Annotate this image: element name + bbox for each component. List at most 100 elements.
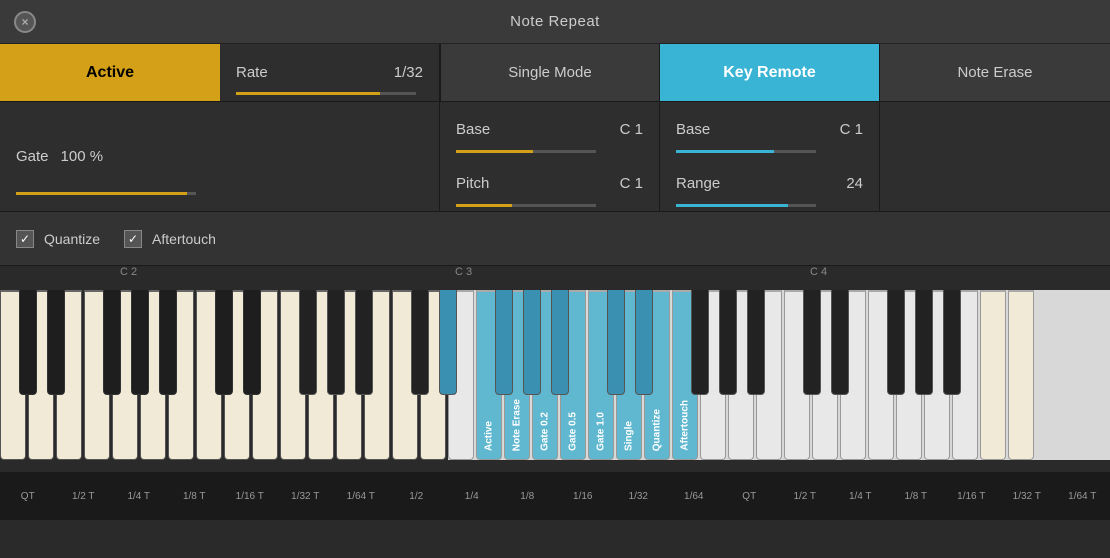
quantize-check-box[interactable]: ✓ bbox=[16, 230, 34, 248]
black-key-7[interactable] bbox=[299, 290, 317, 395]
black-key-10[interactable] bbox=[411, 290, 429, 395]
c3-label: C 3 bbox=[455, 266, 472, 278]
single-mode-params: Base C 1 Pitch C 1 bbox=[440, 102, 660, 211]
note-erase-button[interactable]: Note Erase bbox=[880, 44, 1110, 101]
key-remote-button[interactable]: Key Remote bbox=[660, 44, 880, 101]
black-key-5[interactable] bbox=[215, 290, 233, 395]
kr-range-bar bbox=[676, 204, 816, 207]
gate-section[interactable]: Gate 100 % bbox=[0, 102, 440, 211]
piano-section: C 2 C 3 C 4 QT1/2 T1/4 T1/8 T1/16 T1/32 … bbox=[0, 266, 1110, 558]
app-container: × Note Repeat Active Rate 1/32 Single Mo… bbox=[0, 0, 1110, 558]
quantize-label: Quantize bbox=[44, 231, 100, 247]
black-key-22[interactable] bbox=[887, 290, 905, 395]
rate-bar bbox=[236, 92, 416, 95]
white-key-35[interactable] bbox=[980, 290, 1006, 460]
bottom-label-15: 1/4 T bbox=[833, 491, 889, 502]
controls-row: Active Rate 1/32 Single Mode Key Remote … bbox=[0, 44, 1110, 102]
black-key-12[interactable] bbox=[495, 290, 513, 395]
black-key-15[interactable] bbox=[607, 290, 625, 395]
note-labels: C 2 C 3 C 4 bbox=[0, 266, 1110, 290]
bottom-label-1: 1/2 T bbox=[56, 491, 112, 502]
window-title: Note Repeat bbox=[510, 13, 600, 30]
kr-base-label: Base bbox=[676, 121, 710, 138]
single-base-bar-fill bbox=[456, 150, 533, 153]
rate-bar-fill bbox=[236, 92, 380, 95]
kr-base-bar bbox=[676, 150, 816, 153]
bottom-label-0: QT bbox=[0, 491, 56, 502]
single-pitch-label: Pitch bbox=[456, 175, 489, 192]
black-key-21[interactable] bbox=[831, 290, 849, 395]
black-key-23[interactable] bbox=[915, 290, 933, 395]
black-key-24[interactable] bbox=[943, 290, 961, 395]
black-key-11[interactable] bbox=[439, 290, 457, 395]
bottom-label-9: 1/8 bbox=[500, 491, 556, 502]
checkbox-row: ✓ Quantize ✓ Aftertouch bbox=[0, 212, 1110, 266]
black-key-8[interactable] bbox=[327, 290, 345, 395]
bottom-label-16: 1/8 T bbox=[888, 491, 944, 502]
rate-label: Rate bbox=[236, 64, 268, 81]
piano-keyboard[interactable]: QT1/2 T1/4 T1/8 T1/16 T1/32 T1/64 T1/21/… bbox=[0, 290, 1110, 520]
key-remote-params: Base C 1 Range 24 bbox=[660, 102, 880, 211]
kr-range-row[interactable]: Range 24 bbox=[660, 157, 879, 212]
single-pitch-value: C 1 bbox=[620, 175, 643, 192]
black-key-9[interactable] bbox=[355, 290, 373, 395]
black-key-18[interactable] bbox=[719, 290, 737, 395]
single-base-row[interactable]: Base C 1 bbox=[440, 102, 659, 157]
c2-label: C 2 bbox=[120, 266, 137, 278]
title-bar: × Note Repeat bbox=[0, 0, 1110, 44]
black-key-1[interactable] bbox=[47, 290, 65, 395]
bottom-label-13: QT bbox=[722, 491, 778, 502]
active-button[interactable]: Active bbox=[0, 44, 220, 101]
black-key-0[interactable] bbox=[19, 290, 37, 395]
gate-bar bbox=[16, 192, 196, 195]
bottom-label-12: 1/64 bbox=[666, 491, 722, 502]
aftertouch-checkbox[interactable]: ✓ Aftertouch bbox=[124, 230, 216, 248]
rate-control[interactable]: Rate 1/32 bbox=[220, 44, 440, 101]
gate-bar-fill bbox=[16, 192, 187, 195]
quantize-checkbox[interactable]: ✓ Quantize bbox=[16, 230, 100, 248]
bottom-label-6: 1/64 T bbox=[333, 491, 389, 502]
white-key-36[interactable] bbox=[1008, 290, 1034, 460]
black-key-4[interactable] bbox=[159, 290, 177, 395]
black-key-19[interactable] bbox=[747, 290, 765, 395]
bottom-label-19: 1/64 T bbox=[1055, 491, 1110, 502]
piano-area[interactable]: C 2 C 3 C 4 QT1/2 T1/4 T1/8 T1/16 T1/32 … bbox=[0, 266, 1110, 526]
rate-value: 1/32 bbox=[394, 64, 423, 81]
black-key-6[interactable] bbox=[243, 290, 261, 395]
gate-value: 100 % bbox=[61, 148, 104, 165]
aftertouch-label: Aftertouch bbox=[152, 231, 216, 247]
black-key-3[interactable] bbox=[131, 290, 149, 395]
kr-base-value: C 1 bbox=[840, 121, 863, 138]
single-pitch-bar bbox=[456, 204, 596, 207]
kr-range-label: Range bbox=[676, 175, 720, 192]
close-button[interactable]: × bbox=[14, 11, 36, 33]
bottom-label-4: 1/16 T bbox=[222, 491, 278, 502]
black-key-2[interactable] bbox=[103, 290, 121, 395]
kr-base-row[interactable]: Base C 1 bbox=[660, 102, 879, 157]
bottom-label-3: 1/8 T bbox=[167, 491, 223, 502]
kr-range-value: 24 bbox=[846, 175, 863, 192]
single-base-bar bbox=[456, 150, 596, 153]
params-row: Gate 100 % Base C 1 Pitch C 1 bbox=[0, 102, 1110, 212]
quantize-aftertouch-section: ✓ Quantize ✓ Aftertouch bbox=[0, 212, 460, 266]
bottom-label-10: 1/16 bbox=[555, 491, 611, 502]
black-key-13[interactable] bbox=[523, 290, 541, 395]
bottom-label-2: 1/4 T bbox=[111, 491, 167, 502]
black-key-14[interactable] bbox=[551, 290, 569, 395]
bottom-label-8: 1/4 bbox=[444, 491, 500, 502]
checkbox-row-spacer bbox=[460, 212, 1110, 265]
aftertouch-check-box[interactable]: ✓ bbox=[124, 230, 142, 248]
kr-range-bar-fill bbox=[676, 204, 788, 207]
single-mode-button[interactable]: Single Mode bbox=[440, 44, 660, 101]
bottom-label-17: 1/16 T bbox=[944, 491, 1000, 502]
c4-label: C 4 bbox=[810, 266, 827, 278]
params-spacer bbox=[880, 102, 1110, 211]
bottom-label-14: 1/2 T bbox=[777, 491, 833, 502]
black-key-20[interactable] bbox=[803, 290, 821, 395]
black-key-17[interactable] bbox=[691, 290, 709, 395]
single-pitch-row[interactable]: Pitch C 1 bbox=[440, 157, 659, 212]
black-key-16[interactable] bbox=[635, 290, 653, 395]
kr-base-bar-fill bbox=[676, 150, 774, 153]
bottom-label-18: 1/32 T bbox=[999, 491, 1055, 502]
bottom-label-7: 1/2 bbox=[389, 491, 445, 502]
